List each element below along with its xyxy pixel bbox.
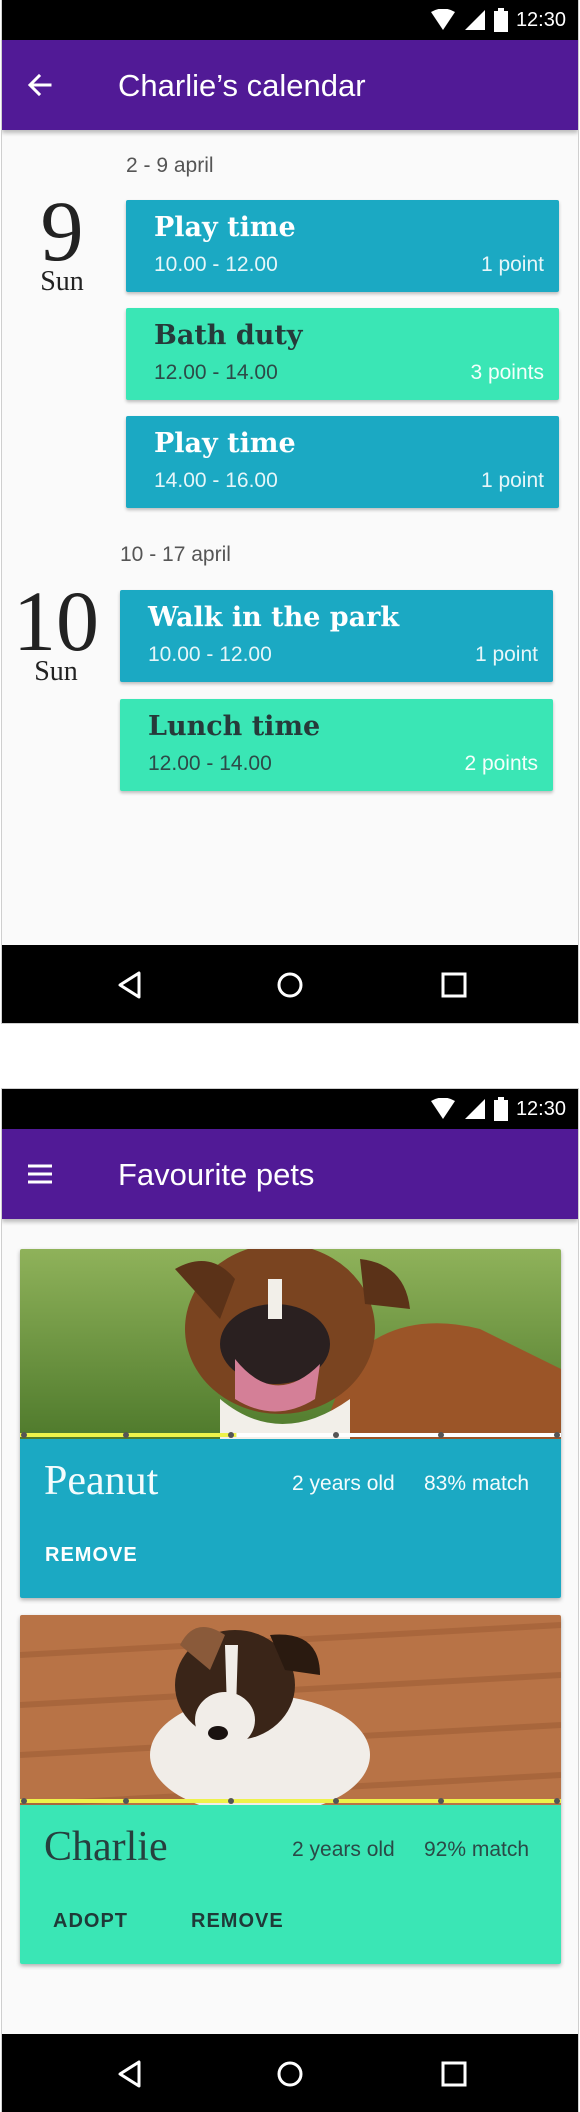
square-recents-icon[interactable] (434, 2054, 474, 2094)
pet-name: Peanut (44, 1458, 159, 1504)
triangle-back-icon[interactable] (112, 965, 152, 1005)
rating-bar (20, 1798, 561, 1804)
event-title: Play time (154, 212, 296, 243)
event-title: Play time (154, 428, 296, 459)
day-number: 10 (13, 573, 99, 669)
circle-home-icon[interactable] (270, 2054, 310, 2094)
event-title: Walk in the park (148, 602, 400, 633)
remove-button[interactable]: REMOVE (45, 1544, 138, 1567)
status-bar: 12:30 (2, 1089, 578, 1129)
status-bar: 12:30 (2, 0, 578, 40)
event-time: 10.00 - 12.00 (148, 643, 272, 666)
event-card[interactable]: Walk in the park 10.00 - 12.00 1 point (120, 590, 553, 682)
event-card[interactable]: Play time 14.00 - 16.00 1 point (126, 416, 559, 508)
app-bar: Favourite pets (2, 1129, 578, 1219)
event-title: Lunch time (148, 711, 321, 742)
hamburger-menu-icon[interactable] (20, 1154, 60, 1194)
event-points: 2 points (464, 752, 538, 775)
pet-age: 2 years old (292, 1472, 395, 1495)
event-card[interactable]: Bath duty 12.00 - 14.00 3 points (126, 308, 559, 400)
pet-match: 92% match (424, 1838, 530, 1861)
system-nav-bar (2, 945, 578, 1023)
event-time: 12.00 - 14.00 (154, 361, 278, 384)
back-arrow-icon[interactable] (20, 65, 60, 105)
app-bar: Charlie’s calendar (2, 40, 578, 130)
pet-age: 2 years old (292, 1838, 395, 1861)
event-points: 3 points (470, 361, 544, 384)
event-points: 1 point (480, 253, 544, 276)
status-time: 12:30 (515, 1097, 566, 1120)
event-time: 12.00 - 14.00 (148, 752, 272, 775)
square-recents-icon[interactable] (434, 965, 474, 1005)
status-time: 12:30 (515, 8, 566, 31)
jack-russell-photo (20, 1615, 561, 1805)
circle-home-icon[interactable] (270, 965, 310, 1005)
signal-icon (464, 10, 485, 30)
pet-card[interactable]: Peanut 2 years old 83% match REMOVE (20, 1249, 561, 1598)
page-title: Charlie’s calendar (118, 68, 366, 103)
event-card[interactable]: Lunch time 12.00 - 14.00 2 points (120, 699, 553, 791)
day-name: Sun (40, 266, 84, 297)
day-name: Sun (34, 656, 78, 687)
event-points: 1 point (474, 643, 538, 666)
pet-name: Charlie (44, 1824, 168, 1870)
pet-card[interactable]: Charlie 2 years old 92% match ADOPT REMO… (20, 1615, 561, 1964)
battery-icon (493, 1097, 508, 1121)
page-title: Favourite pets (118, 1157, 315, 1192)
triangle-back-icon[interactable] (112, 2054, 152, 2094)
wifi-icon (430, 1098, 455, 1119)
calendar-screen: 12:30 Charlie’s calendar 2 - 9 april 9 S… (1, 0, 579, 1024)
remove-button[interactable]: REMOVE (191, 1910, 284, 1933)
event-time: 10.00 - 12.00 (154, 253, 278, 276)
signal-icon (464, 1099, 485, 1119)
event-title: Bath duty (154, 320, 303, 351)
favourite-pets-screen: 12:30 Favourite pets Peanut 2 years old … (1, 1088, 579, 2112)
boxer-dog-photo (20, 1249, 561, 1439)
event-points: 1 point (480, 469, 544, 492)
system-nav-bar (2, 2034, 578, 2112)
event-card[interactable]: Play time 10.00 - 12.00 1 point (126, 200, 559, 292)
rating-bar (20, 1432, 561, 1438)
week-range-label: 10 - 17 april (120, 543, 231, 566)
pet-match: 83% match (424, 1472, 530, 1495)
day-number: 9 (40, 183, 84, 279)
adopt-button[interactable]: ADOPT (53, 1910, 128, 1933)
event-time: 14.00 - 16.00 (154, 469, 278, 492)
week-range-label: 2 - 9 april (126, 154, 214, 177)
wifi-icon (430, 9, 455, 30)
battery-icon (493, 8, 508, 32)
